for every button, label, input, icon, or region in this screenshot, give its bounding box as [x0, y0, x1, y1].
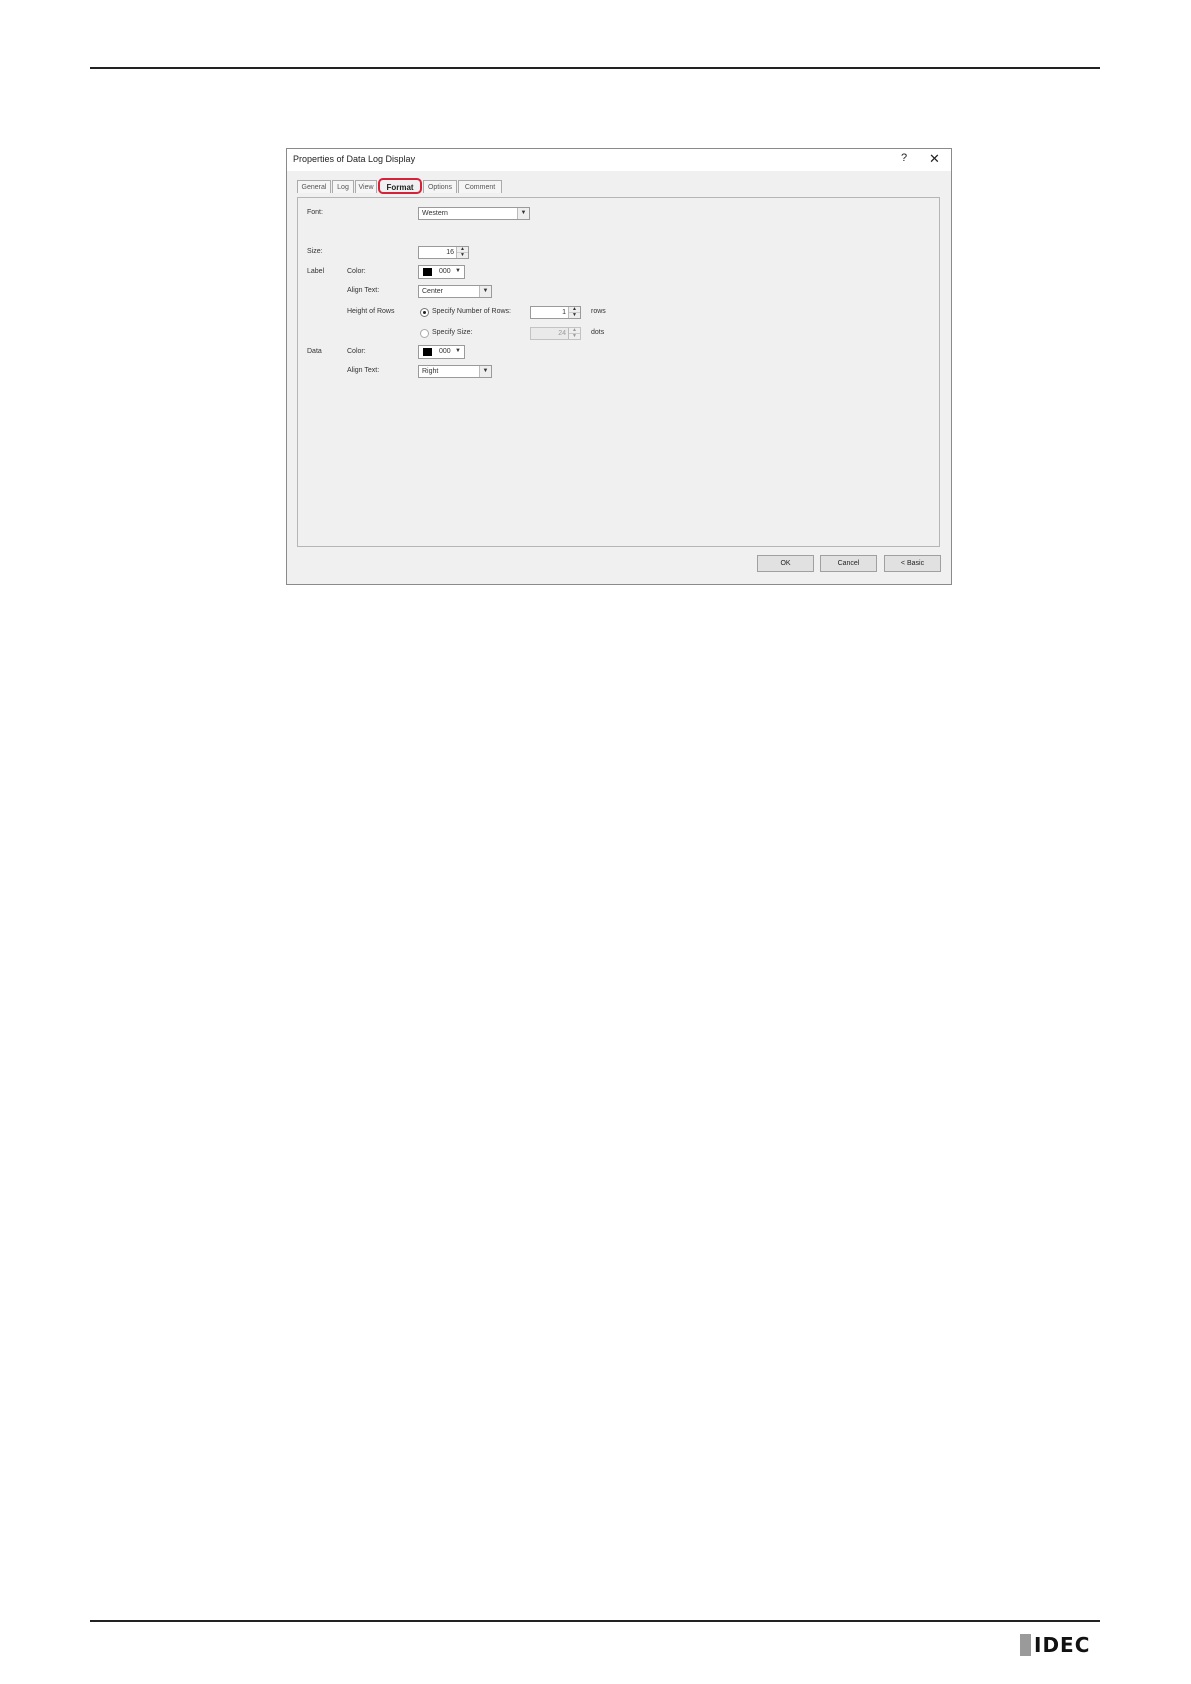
size-label: Size:: [307, 248, 323, 255]
font-value: Western: [422, 210, 448, 217]
data-section-title: Data: [307, 348, 322, 355]
format-panel: Font: Western ▼ Size: 16 ▲ ▼ Label Color…: [297, 197, 940, 547]
data-align-label: Align Text:: [347, 367, 380, 374]
stepper-buttons[interactable]: ▲ ▼: [568, 307, 580, 318]
stepper-buttons[interactable]: ▲ ▼: [456, 247, 468, 258]
cancel-button[interactable]: Cancel: [820, 555, 877, 572]
dots-stepper: 24 ▲ ▼: [530, 327, 581, 340]
height-of-rows-label: Height of Rows: [347, 308, 395, 315]
stepper-buttons: ▲ ▼: [568, 328, 580, 339]
specify-size-radio[interactable]: [420, 329, 429, 338]
tab-options[interactable]: Options: [423, 180, 457, 193]
rows-stepper[interactable]: 1 ▲ ▼: [530, 306, 581, 319]
tab-general[interactable]: General: [297, 180, 331, 193]
data-align-select[interactable]: Right ▼: [418, 365, 492, 378]
dots-unit: dots: [591, 329, 605, 336]
label-color-label: Color:: [347, 268, 366, 275]
tab-view[interactable]: View: [355, 180, 377, 193]
chevron-down-icon[interactable]: ▼: [455, 348, 461, 354]
specify-size-label: Specify Size:: [432, 329, 473, 336]
label-color-picker[interactable]: 000 ▼: [418, 265, 465, 279]
stepper-down-icon: ▼: [569, 334, 580, 339]
data-align-value: Right: [422, 368, 439, 375]
size-stepper[interactable]: 16 ▲ ▼: [418, 246, 469, 259]
properties-dialog: Properties of Data Log Display ? ✕ Gener…: [286, 148, 952, 585]
tab-comment[interactable]: Comment: [458, 180, 502, 193]
close-icon[interactable]: ✕: [929, 151, 940, 167]
color-swatch: [423, 348, 432, 356]
title-bar: Properties of Data Log Display ? ✕: [287, 149, 951, 171]
logo-mark: [1020, 1634, 1031, 1656]
basic-button[interactable]: < Basic: [884, 555, 941, 572]
stepper-down-icon[interactable]: ▼: [457, 253, 468, 258]
rows-unit: rows: [591, 308, 606, 315]
font-select[interactable]: Western ▼: [418, 207, 530, 220]
label-align-label: Align Text:: [347, 287, 380, 294]
help-icon[interactable]: ?: [901, 152, 907, 164]
stepper-down-icon[interactable]: ▼: [569, 313, 580, 318]
data-color-picker[interactable]: 000 ▼: [418, 345, 465, 359]
label-align-select[interactable]: Center ▼: [418, 285, 492, 298]
label-align-value: Center: [422, 288, 444, 295]
idec-logo: IDEC: [1020, 1633, 1090, 1657]
header-rule: [90, 67, 1100, 69]
chevron-down-icon[interactable]: ▼: [479, 286, 491, 297]
specify-rows-radio[interactable]: [420, 308, 429, 317]
data-color-label: Color:: [347, 348, 366, 355]
tab-log[interactable]: Log: [332, 180, 354, 193]
color-swatch: [423, 268, 432, 276]
chevron-down-icon[interactable]: ▼: [455, 268, 461, 274]
label-color-value: 000: [439, 268, 451, 275]
dots-value: 24: [558, 330, 566, 337]
label-section-title: Label: [307, 268, 325, 275]
specify-rows-label: Specify Number of Rows:: [432, 308, 511, 315]
dialog-title: Properties of Data Log Display: [293, 154, 416, 164]
font-label: Font:: [307, 209, 323, 216]
chevron-down-icon[interactable]: ▼: [479, 366, 491, 377]
chevron-down-icon[interactable]: ▼: [517, 208, 529, 219]
size-value: 16: [446, 249, 454, 256]
data-color-value: 000: [439, 348, 451, 355]
footer-rule: [90, 1620, 1100, 1622]
ok-button[interactable]: OK: [757, 555, 814, 572]
logo-text: IDEC: [1034, 1633, 1091, 1657]
rows-value: 1: [562, 309, 566, 316]
tab-format[interactable]: Format: [378, 178, 422, 194]
